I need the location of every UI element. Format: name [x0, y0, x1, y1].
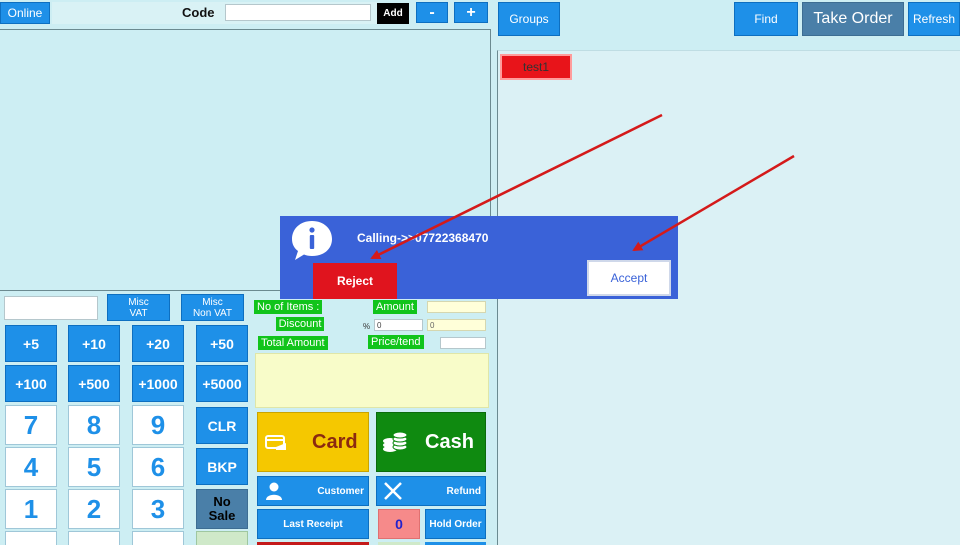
customer-button[interactable]: Customer	[257, 476, 369, 506]
coins-icon	[381, 428, 409, 456]
hold-order-button[interactable]: Hold Order	[425, 509, 486, 539]
code-label: Code	[182, 5, 215, 20]
card-label: Card	[312, 430, 358, 453]
total-amount-label: Total Amount	[258, 336, 328, 350]
close-x-icon	[383, 481, 403, 501]
digit-4-button[interactable]: 4	[5, 447, 57, 487]
online-button[interactable]: Online	[0, 2, 50, 24]
amount-label: Amount	[373, 300, 417, 314]
info-icon	[290, 218, 334, 262]
amount-field	[427, 301, 486, 313]
plus-button[interactable]: +	[454, 2, 488, 23]
items-count-label: No of Items :	[254, 300, 323, 314]
last-receipt-button[interactable]: Last Receipt	[257, 509, 369, 539]
quick-add-10-button[interactable]: +10	[68, 325, 120, 362]
call-message: Calling->>07722368470	[357, 231, 489, 245]
price-tend-input[interactable]	[440, 337, 486, 349]
quick-add-500-button[interactable]: +500	[68, 365, 120, 402]
digit-8-button[interactable]: 8	[68, 405, 120, 445]
discount-percent-input[interactable]: 0	[374, 319, 423, 331]
digit-5-button[interactable]: 5	[68, 447, 120, 487]
minus-button[interactable]: -	[416, 2, 448, 23]
decimal-button[interactable]	[132, 531, 184, 545]
total-display	[255, 353, 489, 408]
take-order-button[interactable]: Take Order	[802, 2, 904, 36]
cash-button[interactable]: Cash	[376, 412, 486, 472]
incoming-call-dialog: Calling->>07722368470 Reject Accept	[280, 216, 678, 299]
digit-9-button[interactable]: 9	[132, 405, 184, 445]
misc-amount-input[interactable]	[4, 296, 98, 320]
accept-button[interactable]: Accept	[587, 260, 671, 296]
reject-button[interactable]: Reject	[313, 263, 397, 299]
quick-add-50-button[interactable]: +50	[196, 325, 248, 362]
quick-add-100-button[interactable]: +100	[5, 365, 57, 402]
digit-3-button[interactable]: 3	[132, 489, 184, 529]
clear-button[interactable]: CLR	[196, 407, 248, 444]
credit-card-icon	[264, 430, 288, 454]
quick-add-5000-button[interactable]: +5000	[196, 365, 248, 402]
digit-0-button[interactable]	[5, 531, 57, 545]
find-button[interactable]: Find	[734, 2, 798, 36]
quick-add-20-button[interactable]: +20	[132, 325, 184, 362]
enter-button[interactable]	[196, 531, 248, 545]
quick-add-5-button[interactable]: +5	[5, 325, 57, 362]
misc-nonvat-button[interactable]: Misc Non VAT	[181, 294, 244, 321]
refresh-button[interactable]: Refresh	[908, 2, 960, 36]
add-button[interactable]: Add	[377, 3, 409, 24]
groups-button[interactable]: Groups	[498, 2, 560, 36]
refund-button[interactable]: Refund	[376, 476, 486, 506]
cash-label: Cash	[425, 430, 474, 453]
digit-00-button[interactable]	[68, 531, 120, 545]
quick-add-1000-button[interactable]: +1000	[132, 365, 184, 402]
held-orders-count[interactable]: 0	[378, 509, 420, 539]
discount-amount-field: 0	[427, 319, 486, 331]
misc-vat-button[interactable]: Misc VAT	[107, 294, 170, 321]
digit-1-button[interactable]: 1	[5, 489, 57, 529]
refund-label: Refund	[446, 485, 481, 497]
card-button[interactable]: Card	[257, 412, 369, 472]
no-sale-button[interactable]: No Sale	[196, 489, 248, 529]
discount-label: Discount	[276, 317, 324, 331]
digit-2-button[interactable]: 2	[68, 489, 120, 529]
person-icon	[264, 481, 284, 501]
digit-6-button[interactable]: 6	[132, 447, 184, 487]
customer-label: Customer	[317, 485, 364, 497]
percent-label: %	[363, 322, 371, 331]
backspace-button[interactable]: BKP	[196, 448, 248, 485]
price-tend-label: Price/tend	[368, 335, 424, 349]
code-input[interactable]	[225, 4, 371, 21]
digit-7-button[interactable]: 7	[5, 405, 57, 445]
group-item-test1[interactable]: test1	[500, 54, 572, 80]
